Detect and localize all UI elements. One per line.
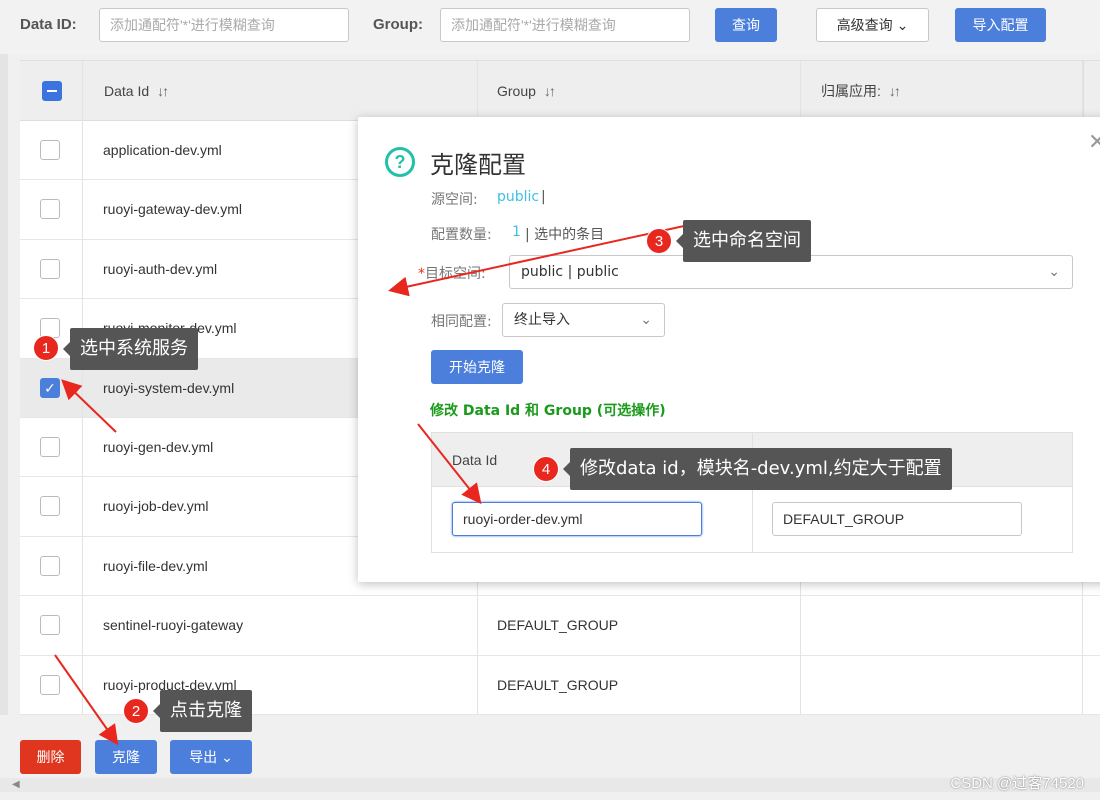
chevron-down-icon: ⌄ bbox=[640, 312, 652, 328]
export-label: 导出 bbox=[189, 749, 218, 765]
export-button[interactable]: 导出 ⌄ bbox=[170, 740, 252, 774]
annotation-badge-1: 1 bbox=[33, 335, 59, 361]
cell-data-id: application-dev.yml bbox=[103, 142, 222, 158]
horizontal-scrollbar[interactable]: ◀ bbox=[0, 778, 1100, 792]
column-header-label: Group bbox=[497, 83, 536, 99]
chevron-down-icon: ⌄ bbox=[1048, 264, 1060, 280]
table-row[interactable]: sentinel-ruoyi-gateway DEFAULT_GROUP bbox=[20, 596, 1100, 656]
annotation-tip-1: 选中系统服务 bbox=[63, 328, 198, 370]
cell-data-id: ruoyi-job-dev.yml bbox=[103, 498, 209, 515]
sort-icon[interactable]: ↓↑ bbox=[889, 83, 901, 99]
row-checkbox[interactable] bbox=[40, 496, 60, 517]
cell-data-id: ruoyi-gen-dev.yml bbox=[103, 439, 214, 455]
chevron-down-icon: ⌄ bbox=[221, 749, 233, 765]
source-namespace-value: public bbox=[497, 189, 540, 205]
same-config-value: 终止导入 bbox=[514, 312, 570, 328]
annotation-tip-3: 选中命名空间 bbox=[676, 220, 811, 262]
row-checkbox[interactable] bbox=[40, 615, 60, 636]
row-checkbox[interactable] bbox=[40, 674, 60, 695]
cell-data-id: ruoyi-gateway-dev.yml bbox=[103, 201, 243, 218]
same-config-label: 相同配置: bbox=[431, 314, 492, 330]
group-search-input[interactable] bbox=[440, 8, 690, 42]
annotation-badge-4: 4 bbox=[533, 456, 559, 482]
advanced-search-label: 高级查询 bbox=[836, 17, 893, 33]
row-checkbox[interactable] bbox=[40, 258, 60, 279]
column-header-data-id[interactable]: Data Id ↓↑ bbox=[82, 61, 478, 121]
sub-column-data-id: Data Id bbox=[452, 452, 498, 468]
sort-icon[interactable]: ↓↑ bbox=[157, 83, 169, 99]
column-divider bbox=[82, 61, 83, 716]
data-id-label: Data ID: bbox=[20, 16, 77, 33]
question-icon: ? bbox=[385, 147, 415, 177]
row-checkbox[interactable] bbox=[40, 437, 60, 457]
source-namespace-suffix: | bbox=[541, 189, 546, 205]
scroll-left-icon[interactable]: ◀ bbox=[12, 779, 20, 790]
row-checkbox[interactable] bbox=[40, 555, 60, 576]
cell-data-id: ruoyi-file-dev.yml bbox=[103, 557, 208, 574]
search-button[interactable]: 查询 bbox=[715, 8, 777, 42]
annotation-tip-4: 修改data id，模块名-dev.yml,约定大于配置 bbox=[563, 448, 952, 490]
clone-config-dialog: ✕ ? 克隆配置 源空间: public | 配置数量: 1 | 选中的条目 *… bbox=[358, 117, 1100, 582]
row-checkbox[interactable]: ✓ bbox=[40, 377, 60, 398]
source-namespace-label: 源空间: bbox=[431, 192, 478, 208]
config-count-value: 1 bbox=[512, 224, 521, 240]
cell-data-id: ruoyi-auth-dev.yml bbox=[103, 260, 218, 277]
annotation-badge-3: 3 bbox=[646, 228, 672, 254]
column-header-app[interactable]: 归属应用: ↓↑ bbox=[801, 61, 1084, 121]
clone-button[interactable]: 克隆 bbox=[95, 740, 157, 774]
row-checkbox[interactable] bbox=[40, 140, 60, 160]
table-header: Data Id ↓↑ Group ↓↑ 归属应用: ↓↑ bbox=[20, 61, 1100, 121]
sort-icon[interactable]: ↓↑ bbox=[544, 83, 556, 99]
cell-data-id: sentinel-ruoyi-gateway bbox=[103, 617, 244, 634]
target-namespace-label: *目标空间: bbox=[418, 263, 486, 283]
data-id-search-input[interactable] bbox=[99, 8, 349, 42]
annotation-tip-2: 点击克隆 bbox=[153, 690, 252, 732]
target-namespace-value: public | public bbox=[521, 264, 619, 280]
left-scroll-strip bbox=[0, 54, 8, 800]
start-clone-button[interactable]: 开始克隆 bbox=[431, 350, 523, 384]
cell-group: DEFAULT_GROUP bbox=[497, 676, 619, 693]
row-checkbox[interactable] bbox=[40, 199, 60, 220]
config-count-label: 配置数量: bbox=[431, 227, 492, 243]
modify-section-title: 修改 Data Id 和 Group (可选操作) bbox=[430, 403, 666, 419]
close-icon[interactable]: ✕ bbox=[1088, 129, 1100, 155]
watermark: CSDN @过客74520 bbox=[950, 775, 1084, 792]
target-namespace-label-text: 目标空间: bbox=[425, 266, 486, 282]
column-header-label: 归属应用: bbox=[821, 83, 881, 99]
import-config-button[interactable]: 导入配置 bbox=[955, 8, 1046, 42]
new-data-id-input[interactable] bbox=[452, 502, 702, 536]
filter-bar: Data ID: Group: 查询 高级查询 ⌄ 导入配置 bbox=[0, 0, 1100, 54]
cell-group: DEFAULT_GROUP bbox=[497, 617, 619, 634]
annotation-badge-2: 2 bbox=[123, 698, 149, 724]
advanced-search-button[interactable]: 高级查询 ⌄ bbox=[816, 8, 929, 42]
column-header-group[interactable]: Group ↓↑ bbox=[478, 61, 801, 121]
chevron-down-icon: ⌄ bbox=[896, 17, 909, 33]
group-label: Group: bbox=[373, 16, 423, 33]
dialog-title: 克隆配置 bbox=[430, 151, 526, 179]
column-header-label: Data Id bbox=[104, 83, 150, 99]
delete-button[interactable]: 删除 bbox=[20, 740, 81, 774]
config-count-suffix: | 选中的条目 bbox=[525, 227, 605, 243]
same-config-select[interactable]: 终止导入 ⌄ bbox=[502, 303, 665, 337]
required-mark: * bbox=[418, 266, 425, 282]
select-all-checkbox[interactable] bbox=[42, 81, 62, 101]
new-group-input[interactable] bbox=[772, 502, 1022, 536]
